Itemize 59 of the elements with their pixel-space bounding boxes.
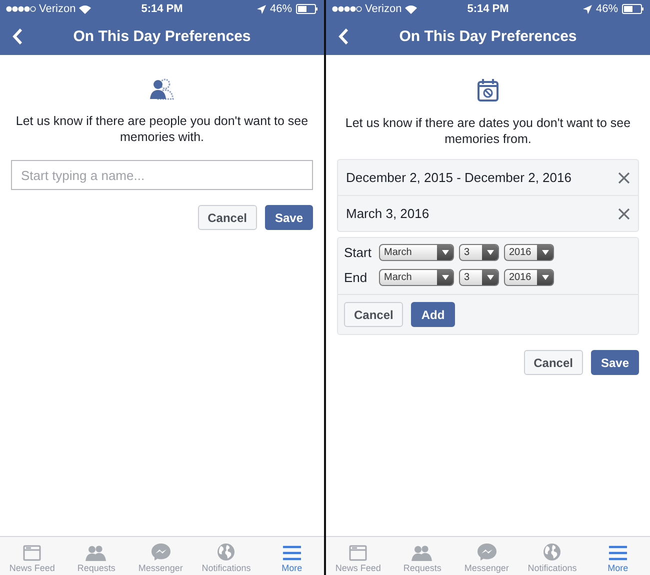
location-icon [582, 4, 592, 14]
close-icon[interactable] [618, 208, 630, 220]
dropdown[interactable]: 2016 [504, 244, 554, 261]
dropdown[interactable]: March [379, 244, 454, 261]
date-range-label: December 2, 2015 - December 2, 2016 [346, 170, 572, 185]
newsfeed-icon [23, 545, 42, 561]
dropdown[interactable]: 3 [459, 269, 499, 286]
cancel-button[interactable]: Cancel [198, 205, 257, 230]
dropdown[interactable]: March [379, 269, 454, 286]
calendar-icon [477, 78, 499, 102]
primary-button[interactable]: Save [590, 350, 639, 375]
newsfeed-icon [349, 545, 368, 561]
tab-bar-item[interactable]: More [260, 537, 324, 575]
battery-icon [622, 4, 644, 14]
globe-icon [543, 543, 562, 561]
battery-percent: 46% [596, 3, 618, 15]
caret-icon [442, 250, 448, 255]
people-icon [411, 545, 434, 561]
dropdown[interactable]: 2016 [504, 269, 554, 286]
messenger-icon [476, 543, 497, 561]
picker-label: Start [344, 245, 372, 260]
caret-icon [486, 250, 494, 255]
caret-icon [486, 275, 494, 280]
caret-icon [442, 275, 448, 280]
caret-icon [542, 250, 548, 255]
dropdown[interactable]: 3 [459, 244, 499, 261]
people-icon [149, 78, 175, 100]
cancel-button[interactable]: Cancel [524, 350, 583, 375]
wifi-icon [404, 4, 417, 14]
menu-icon [282, 545, 302, 561]
signal-icon [6, 6, 36, 12]
messenger-icon [150, 543, 171, 561]
intro-text: Let us know if there are dates you don't want to see memories from. [344, 115, 632, 147]
page-title: On This Day Preferences [73, 28, 251, 45]
back-icon[interactable] [12, 28, 23, 45]
primary-button[interactable]: Save [264, 205, 313, 230]
menu-icon [608, 545, 628, 561]
primary-button[interactable]: Add [411, 302, 455, 327]
close-icon[interactable] [618, 172, 630, 184]
people-icon [85, 545, 108, 561]
signal-icon [332, 6, 362, 12]
location-icon [256, 4, 266, 14]
battery-percent: 46% [270, 3, 292, 15]
carrier-label: Verizon [39, 3, 76, 15]
picker-label: End [344, 270, 368, 285]
globe-icon [217, 543, 236, 561]
date-range-label: March 3, 2016 [346, 206, 430, 221]
name-input-field[interactable]: Start typing a name... [11, 160, 313, 190]
intro-text: Let us know if there are people you don't want to see memories with. [14, 113, 310, 145]
clock: 5:14 PM [467, 3, 509, 15]
cancel-button[interactable]: Cancel [344, 302, 404, 327]
clock: 5:14 PM [141, 3, 183, 15]
carrier-label: Verizon [365, 3, 402, 15]
battery-icon [296, 4, 318, 14]
page-title: On This Day Preferences [399, 28, 577, 45]
wifi-icon [78, 4, 91, 14]
tab-bar-item[interactable]: More [586, 537, 650, 575]
back-icon[interactable] [338, 28, 349, 45]
caret-icon [542, 275, 548, 280]
